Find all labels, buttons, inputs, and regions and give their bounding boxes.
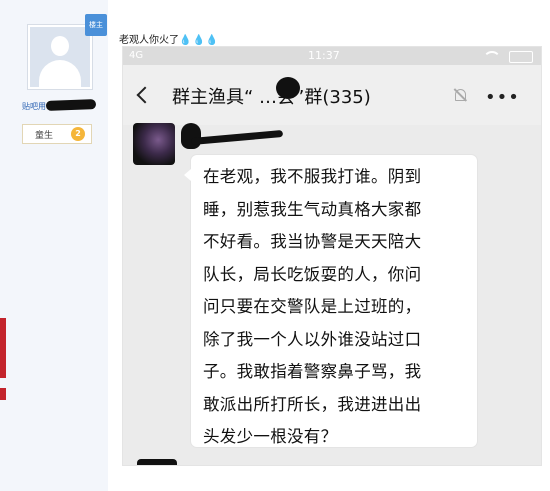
droplet-emoji-icons: 💧💧💧 [179, 35, 220, 46]
status-time: 11:37 [308, 49, 340, 62]
next-message-avatar [137, 459, 177, 465]
wifi-icon [483, 51, 501, 62]
message-line: 除了我一个人以外谁没站过口 [203, 329, 422, 349]
sender-avatar[interactable] [133, 123, 175, 165]
mute-bell-icon [453, 88, 468, 102]
message-line: 在老观，我不服我打谁。阴到 [203, 167, 422, 186]
redaction-scribble [181, 123, 201, 149]
back-arrow-icon[interactable] [136, 86, 154, 104]
embedded-chat-screenshot[interactable]: 4G 11:37 群主渔具“ …会”群(335) ••• 在老观，我不服我打谁。… [122, 46, 542, 466]
more-dots-icon[interactable]: ••• [485, 87, 520, 108]
level-label: 童生 [35, 131, 54, 141]
user-avatar[interactable] [27, 24, 93, 90]
side-decoration [0, 388, 6, 400]
message-line: 不好看。我当协警是天天陪大 [203, 232, 422, 251]
owner-badge: 楼主 [85, 14, 107, 36]
sender-name-redacted [190, 130, 284, 145]
redaction-scribble [276, 77, 300, 99]
message-bubble[interactable]: 在老观，我不服我打谁。阴到 睡，别惹我生气动真格大家都 不好看。我当协警是天天陪… [184, 155, 477, 447]
user-level-badge[interactable]: 童生 2 [22, 124, 92, 144]
post-content: 老观人你火了💧💧💧 4G 11:37 群主渔具“ …会”群(335) ••• 在… [108, 0, 550, 491]
message-line: 子。我敢指着警察鼻子骂，我 [203, 362, 422, 381]
message-text: 在老观，我不服我打谁。阴到 睡，别惹我生气动真格大家都 不好看。我当协警是天天陪… [203, 161, 477, 454]
default-avatar-icon [30, 27, 90, 87]
message-line: 头发少一根没有？ [203, 427, 338, 446]
phone-status-bar: 4G 11:37 [123, 47, 541, 65]
network-indicator: 4G [129, 50, 144, 61]
level-number-icon: 2 [71, 127, 85, 141]
battery-icon [509, 51, 533, 63]
group-title: 群主渔具“ …会”群(335) [172, 87, 371, 108]
post-text: 老观人你火了💧💧💧 [119, 31, 219, 46]
message-line: 敢派出所打所长，我进进出出 [203, 394, 422, 414]
user-info-panel: 楼主 贴吧用 童生 2 [0, 0, 108, 491]
side-decoration [0, 318, 6, 378]
username-link[interactable]: 贴吧用 [22, 101, 46, 112]
chat-header: 群主渔具“ …会”群(335) ••• [123, 65, 541, 125]
message-line: 队长，局长吃饭耍的人，你问 [203, 264, 422, 284]
message-line: 睡，别惹我生气动真格大家都 [203, 199, 422, 219]
post-text-body: 老观人你火了 [119, 35, 179, 46]
message-line: 问只要在交警队是上过班的， [203, 297, 422, 316]
redaction-scribble [45, 99, 97, 111]
